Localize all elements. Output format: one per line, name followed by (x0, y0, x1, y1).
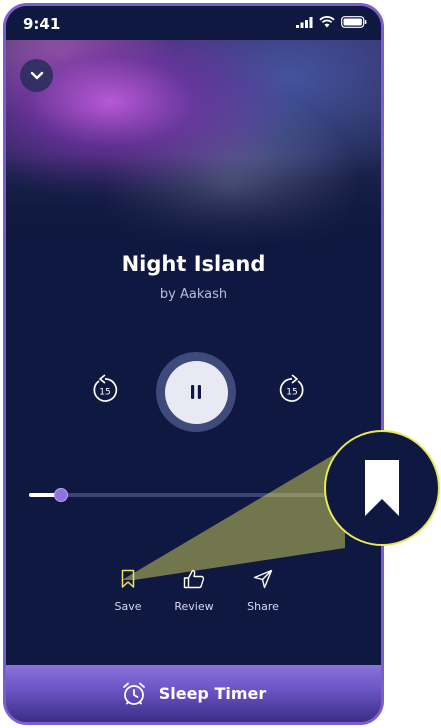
status-icons (296, 16, 367, 28)
bookmark-filled-icon (365, 460, 399, 516)
status-time: 9:41 (23, 15, 61, 33)
save-button[interactable]: Save (98, 569, 158, 613)
status-bar: 9:41 (6, 6, 381, 40)
progress-track[interactable] (29, 493, 349, 497)
forward-15-button[interactable]: 15 (275, 373, 309, 407)
thumbs-up-icon (183, 569, 205, 589)
forward-icon: 15 (279, 374, 304, 402)
pause-button[interactable] (164, 360, 228, 424)
send-icon (253, 569, 273, 589)
rewind-seconds: 15 (99, 388, 110, 398)
phone-frame: 9:41 Night Island by Aakash 15 15 Save R… (3, 3, 384, 725)
track-artist: by Aakash (159, 287, 228, 302)
rewind-15-button[interactable]: 15 (88, 373, 122, 407)
play-pause-ring (156, 352, 236, 432)
sleep-timer-button[interactable]: Sleep Timer (6, 665, 381, 722)
signal-icon (296, 16, 313, 28)
track-title: Night Island (121, 252, 266, 276)
wifi-icon (319, 16, 335, 28)
chevron-down-icon (30, 71, 43, 80)
alarm-clock-icon (122, 682, 145, 705)
rewind-icon: 15 (93, 374, 118, 402)
forward-seconds: 15 (286, 388, 297, 398)
review-label: Review (174, 600, 214, 613)
battery-icon (341, 16, 367, 28)
collapse-button[interactable] (20, 59, 53, 92)
review-button[interactable]: Review (164, 569, 224, 613)
sleep-timer-label: Sleep Timer (158, 684, 267, 703)
bookmark-callout (324, 430, 440, 546)
pause-icon (191, 385, 201, 399)
album-artwork (6, 6, 381, 246)
share-button[interactable]: Share (233, 569, 293, 613)
progress-thumb[interactable] (54, 488, 68, 502)
share-label: Share (247, 600, 279, 613)
bookmark-icon (121, 569, 135, 588)
save-label: Save (114, 600, 142, 613)
